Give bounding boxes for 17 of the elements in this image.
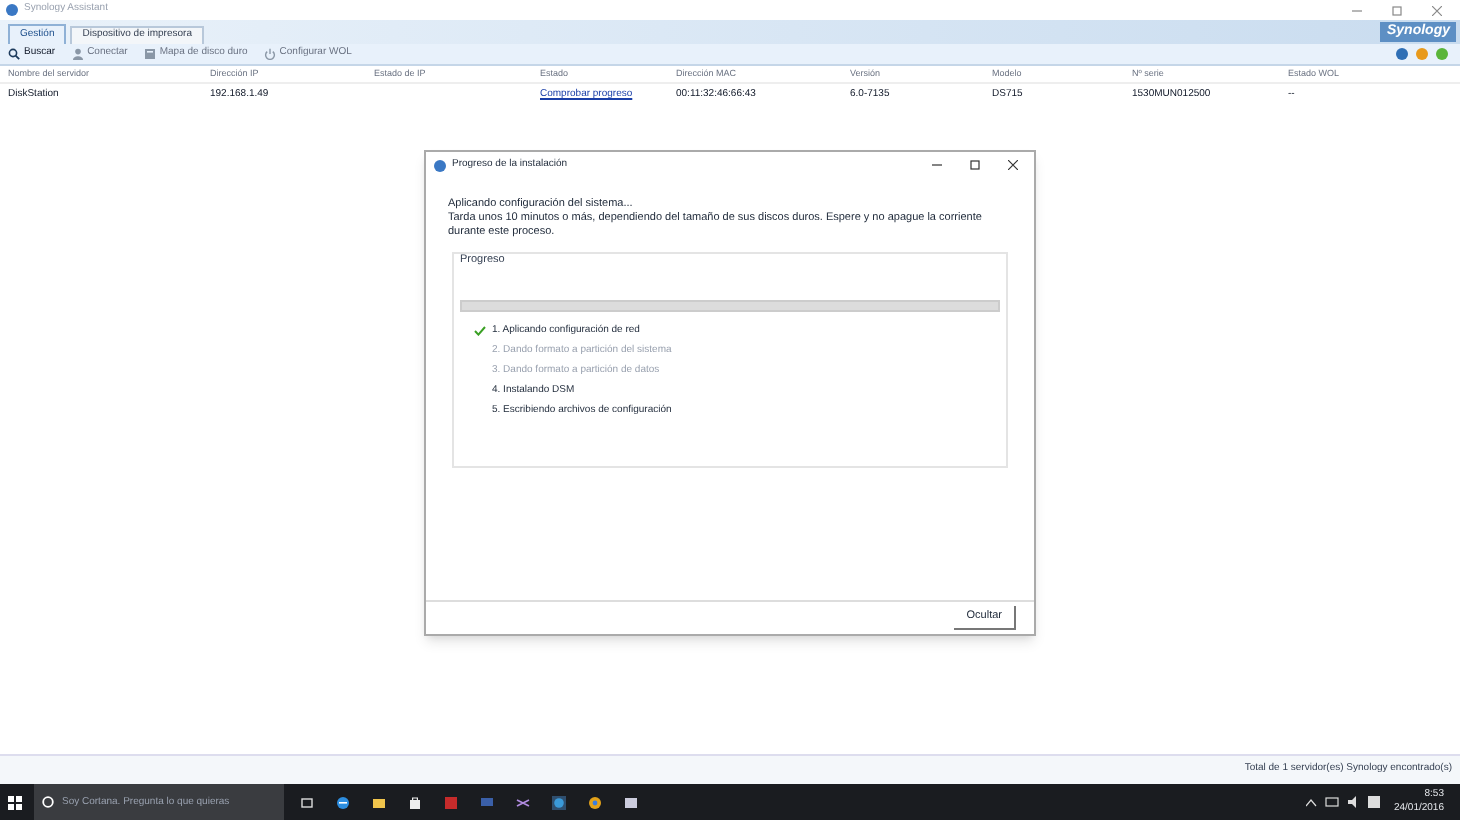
cortana-icon [42, 796, 54, 808]
app-icon [6, 4, 18, 16]
monitor-icon[interactable] [480, 795, 494, 809]
app-icon [434, 159, 446, 171]
close-icon[interactable] [1008, 160, 1018, 170]
tray-drawing [1305, 796, 1382, 808]
folder-icon[interactable] [372, 795, 386, 809]
app-icon[interactable] [624, 795, 638, 809]
start-icon[interactable] [8, 795, 22, 809]
browser-icon[interactable] [336, 795, 350, 809]
search-icon [8, 48, 20, 60]
minimize-icon[interactable] [932, 160, 942, 170]
store-icon[interactable] [408, 795, 422, 809]
person-icon [71, 48, 84, 60]
power-icon [263, 48, 276, 60]
maximize-icon[interactable] [970, 160, 980, 170]
task-view-icon[interactable] [300, 795, 314, 809]
